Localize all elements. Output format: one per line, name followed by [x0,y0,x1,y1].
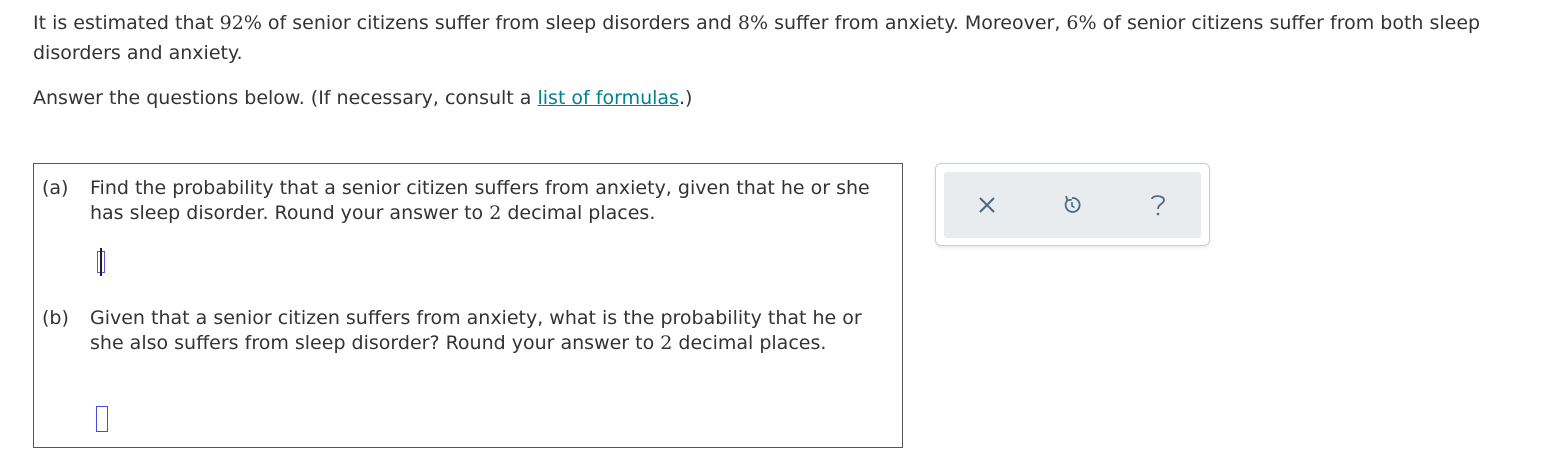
undo-button[interactable] [1042,172,1102,238]
question-a-text: Find the probability that a senior citiz… [90,176,895,226]
pct-sleep: 92% [219,12,262,34]
question-b: (b) Given that a senior citizen suffers … [42,306,895,356]
instruction-suffix: .) [678,87,693,109]
instruction-prefix: Answer the questions below. (If necessar… [33,87,538,109]
question-b-decimals: 2 [660,332,673,354]
question-b-label: (b) [42,307,69,329]
intro-text-3: suffer from anxiety. Moreover, [768,12,1067,34]
intro-text-1: It is estimated that [33,12,220,34]
list-of-formulas-link[interactable]: list of formulas [537,87,678,109]
question-b-text-2: decimal places. [672,332,827,354]
answer-a-input[interactable] [96,248,106,276]
answer-tools-panel [935,163,1210,246]
pct-anxiety: 8% [737,12,769,34]
question-a-label: (a) [42,177,69,199]
intro-text-2: of senior citizens suffer from sleep dis… [261,12,738,34]
close-icon [979,197,995,213]
problem-statement: It is estimated that 92% of senior citiz… [33,8,1548,68]
clear-button[interactable] [957,172,1017,238]
help-button[interactable] [1128,172,1188,238]
instructions: Answer the questions below. (If necessar… [33,83,692,113]
question-a-decimals: 2 [489,202,502,224]
answer-toolbar [944,172,1201,238]
pct-both: 6% [1066,12,1097,34]
help-icon [1151,195,1165,216]
question-b-text: Given that a senior citizen suffers from… [90,306,895,356]
text-cursor [100,248,102,276]
questions-box: (a) Find the probability that a senior c… [33,163,903,448]
question-a-text-2: decimal places. [501,202,656,224]
answer-b-input[interactable] [96,406,108,432]
question-a: (a) Find the probability that a senior c… [42,176,895,226]
question-a-text-1: Find the probability that a senior citiz… [90,177,870,224]
reset-icon [1064,195,1081,213]
